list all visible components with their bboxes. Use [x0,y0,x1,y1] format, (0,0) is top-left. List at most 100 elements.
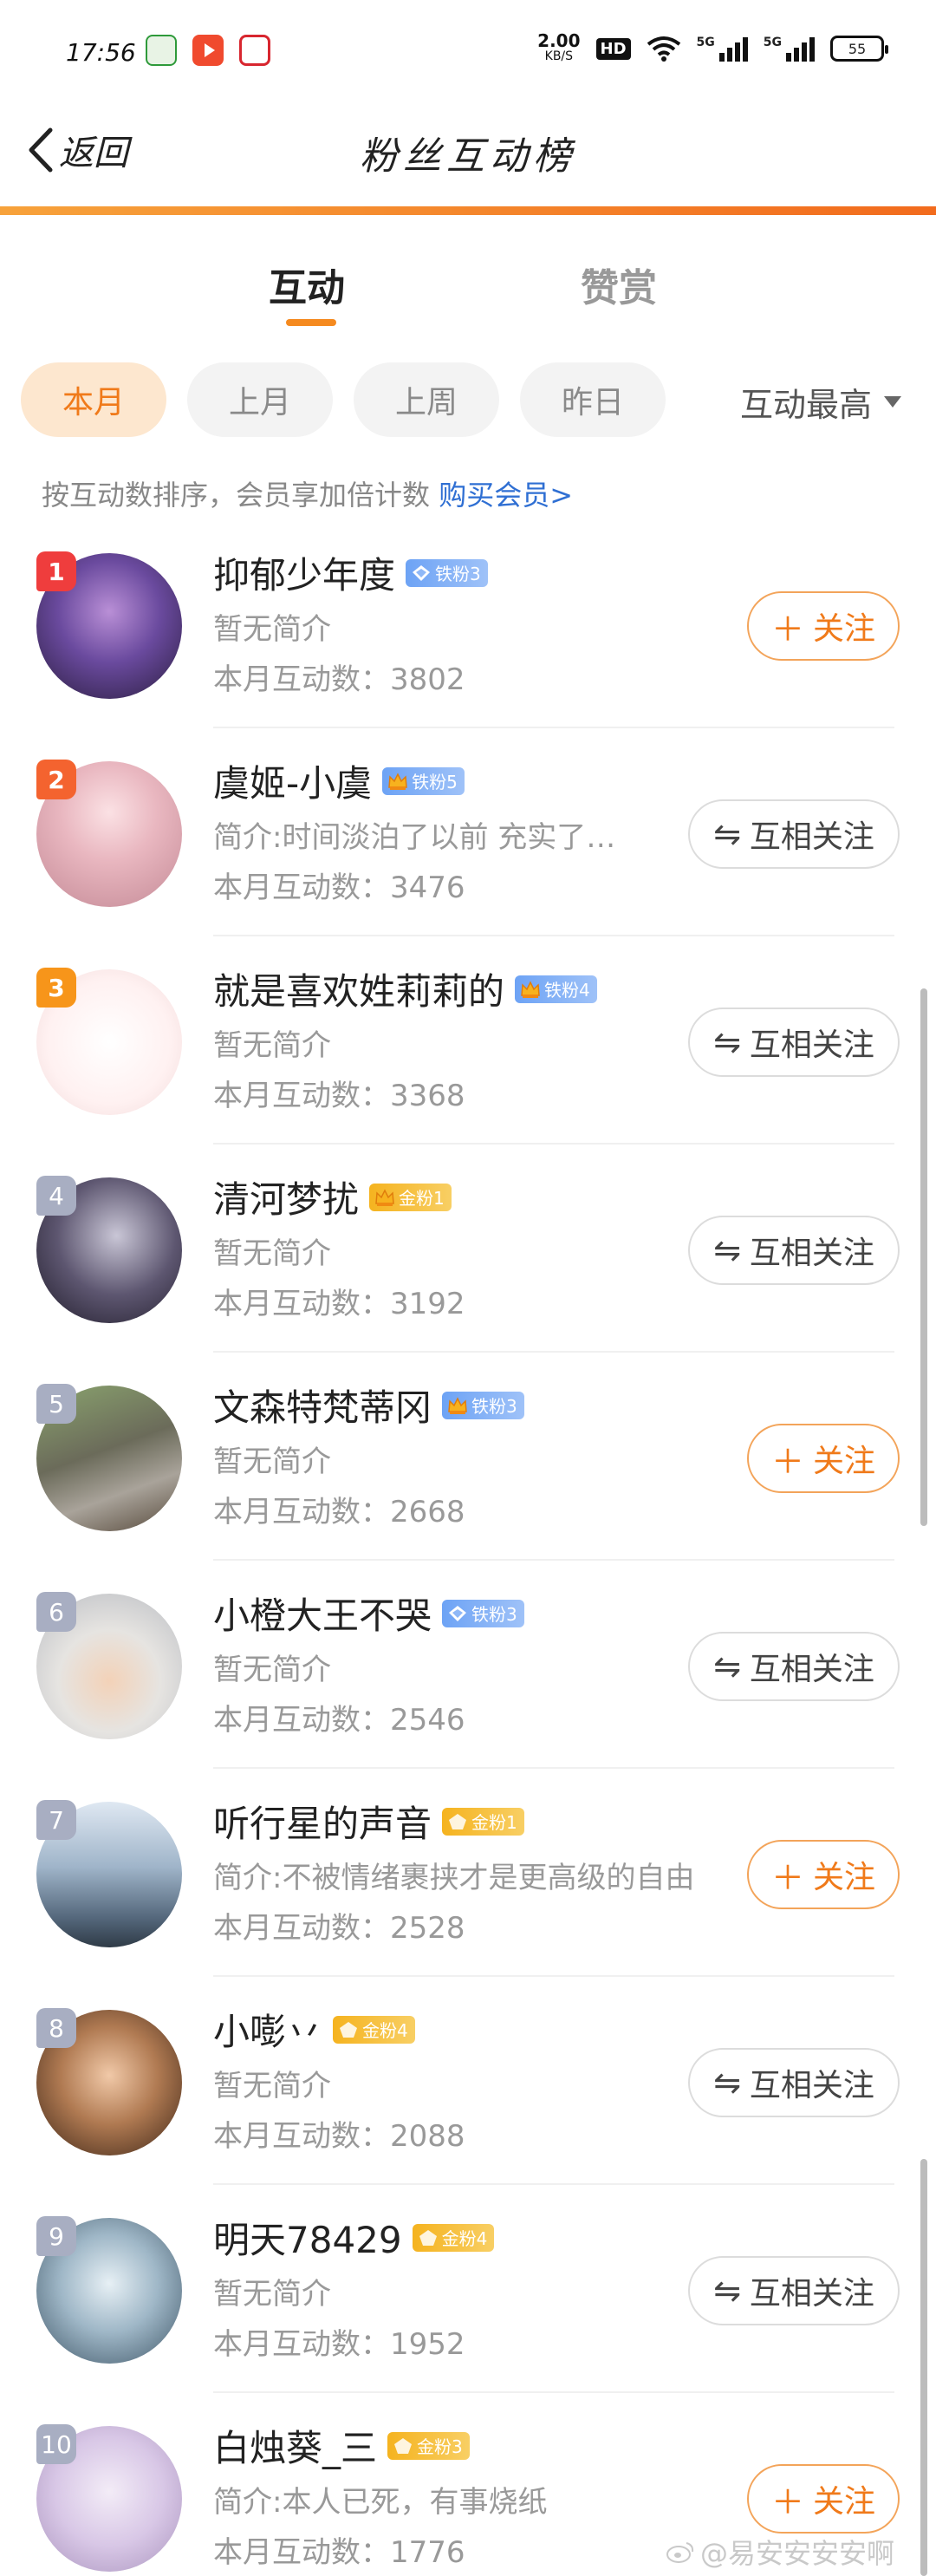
red-app-icon [239,35,270,66]
mutual-follow-button[interactable]: ⇋ 互相关注 [688,1632,900,1701]
rank-badge: 2 [36,760,76,799]
plus-icon: ＋ [770,610,804,649]
interaction-count: 本月互动数：1952 [213,2327,465,2362]
name-line: 就是喜欢姓莉莉的 铁粉4 [213,962,597,1015]
tab-reward[interactable]: 赞赏 [581,257,657,312]
app-notification-icon [146,35,177,66]
mutual-follow-button[interactable]: ⇋ 互相关注 [688,2256,900,2325]
list-item[interactable]: 9 明天78429 金粉4 暂无简介 本月互动数：1952 ⇋ 互相关注 [0,2185,936,2393]
mutual-arrows-icon: ⇋ [713,2064,741,2102]
interaction-count: 本月互动数：2088 [213,2119,465,2154]
user-name[interactable]: 文森特梵蒂冈 [213,1379,432,1431]
name-line: 抑郁少年度 铁粉3 [213,546,488,599]
fan-level-badge: 金粉4 [412,2223,495,2252]
mutual-arrows-icon: ⇋ [713,1023,741,1061]
rank-badge: 1 [36,551,76,591]
name-line: 听行星的声音 金粉1 [213,1795,524,1848]
status-time: 17:56 [66,38,136,67]
fan-level-badge: 铁粉3 [442,1599,524,1627]
user-intro: 暂无简介 [213,1653,331,1687]
interaction-count: 本月互动数：1776 [213,2535,465,2570]
follow-button-label: 关注 [813,1860,876,1895]
mutual-follow-button[interactable]: ⇋ 互相关注 [688,799,900,869]
fan-level-label: 铁粉3 [471,1396,517,1417]
user-name[interactable]: 抑郁少年度 [213,546,395,599]
caret-down-icon [884,396,901,408]
mutual-follow-button[interactable]: ⇋ 互相关注 [688,2048,900,2117]
list-item[interactable]: 3 就是喜欢姓莉莉的 铁粉4 暂无简介 本月互动数：3368 ⇋ 互相关注 [0,936,936,1145]
mutual-follow-button[interactable]: ⇋ 互相关注 [688,1008,900,1077]
filter-last-week[interactable]: 上周 [354,362,499,437]
plus-icon: ＋ [770,1442,804,1481]
rank-badge: 7 [36,1800,76,1840]
user-name[interactable]: 小嘭丷 [213,2003,322,2056]
pentagon-icon [419,2229,437,2246]
list-item[interactable]: 5 文森特梵蒂冈 铁粉3 暂无简介 本月互动数：2668 ＋ 关注 [0,1353,936,1561]
mutual-arrows-icon: ⇋ [713,815,741,853]
fan-level-badge: 金粉4 [333,2015,415,2044]
list-item[interactable]: 4 清河梦扰 金粉1 暂无简介 本月互动数：3192 ⇋ 互相关注 [0,1145,936,1353]
tab-interaction[interactable]: 互动 [269,257,345,312]
fan-level-badge: 金粉1 [442,1807,524,1836]
scrollbar[interactable] [920,988,927,1526]
pentagon-icon [449,1813,467,1829]
name-line: 明天78429 金粉4 [213,2211,495,2264]
hd-badge: HD [595,37,631,60]
fan-level-label: 金粉3 [417,2436,463,2457]
list-item[interactable]: 1 抑郁少年度 铁粉3 暂无简介 本月互动数：3802 ＋关注 [0,520,936,728]
fan-level-label: 金粉1 [471,1812,517,1833]
filter-yesterday[interactable]: 昨日 [520,362,666,437]
follow-button-label: 关注 [813,1444,876,1479]
sim1-label: 5G [696,36,715,49]
list-item[interactable]: 6 小橙大王不哭 铁粉3 暂无简介本月互动数：2546 ⇋ 互相关注 [0,1561,936,1769]
list-item[interactable]: 8 小嘭丷 金粉4 暂无简介 本月互动数：2088 ⇋ 互相关注 [0,1977,936,2185]
interaction-count: 本月互动数：2528 [213,1911,465,1946]
filter-this-month[interactable]: 本月 [21,362,166,437]
crown-icon [388,772,407,790]
rank-badge: 6 [36,1592,76,1632]
fan-level-badge: 金粉1 [369,1183,452,1211]
filter-last-month[interactable]: 上月 [187,362,333,437]
follow-button[interactable]: ＋ 关注 [747,1424,900,1493]
interaction-count: 本月互动数：3368 [213,1079,465,1113]
user-name[interactable]: 就是喜欢姓莉莉的 [213,962,504,1015]
mutual-follow-button-label: 互相关注 [749,2068,874,2103]
period-filter-bar: 本月 上月 上周 昨日 互动最高 [0,362,936,437]
mutual-follow-button-label: 互相关注 [749,1652,874,1687]
crown-icon [448,1396,467,1414]
follow-button-label: 关注 [813,611,876,647]
ranking-hint: 按互动数排序，会员享加倍计数 购买会员> [42,473,573,513]
header-divider [0,206,936,215]
list-item[interactable]: 2 虞姬-小虞 铁粉5 简介:时间淡泊了以前 充实了… 本月互动数：3476 ⇋ 互相关注 [0,728,936,936]
user-name[interactable]: 听行星的声音 [213,1795,432,1848]
user-name[interactable]: 虞姬-小虞 [213,754,372,807]
diamond-icon [413,564,431,581]
follow-button[interactable]: ＋关注 [747,1840,900,1909]
list-item[interactable]: 7 听行星的声音 金粉1 简介:不被情绪裹挟才是更高级的自由 本月互动数：2528 ＋ 关注 [0,1769,936,1977]
user-name[interactable]: 白烛葵_三 [213,2419,377,2472]
user-intro: 简介:时间淡泊了以前 充实了… [213,820,616,855]
sort-label: 互动最高 [739,386,872,424]
plus-icon: ＋ [770,2482,804,2521]
fan-level-label: 铁粉5 [412,772,458,792]
buy-membership-link[interactable]: 购买会员> [439,479,573,512]
follow-button[interactable]: ＋关注 [747,591,900,661]
fan-level-badge: 铁粉3 [442,1391,524,1419]
crown-icon [521,980,540,998]
user-name[interactable]: 小橙大王不哭 [213,1587,432,1640]
sort-dropdown[interactable]: 互动最高 [740,378,901,426]
scrollbar-lower[interactable] [920,2159,927,2576]
fan-level-badge: 金粉3 [387,2431,470,2460]
follow-button[interactable]: ＋关注 [747,2464,900,2534]
user-name[interactable]: 明天78429 [213,2211,402,2264]
interaction-count: 本月互动数：3192 [213,1287,465,1321]
tab-bar: 互动 赞赏 [0,234,936,338]
mutual-follow-button[interactable]: ⇋ 互相关注 [688,1216,900,1285]
user-name[interactable]: 清河梦扰 [213,1171,359,1223]
name-line: 清河梦扰 金粉1 [213,1171,452,1223]
battery-icon: 55 [830,36,888,62]
interaction-count: 本月互动数：3802 [213,662,465,697]
interaction-count: 本月互动数：2546 [213,1703,465,1738]
name-line: 文森特梵蒂冈 铁粉3 [213,1379,524,1431]
diamond-icon [449,1605,467,1621]
